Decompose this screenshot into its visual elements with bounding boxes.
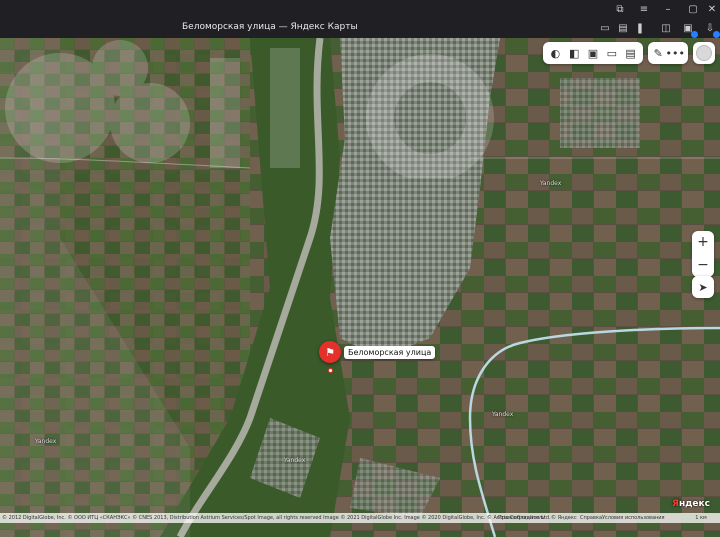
restore-icon[interactable]: ▢ <box>685 3 701 17</box>
extensions-icon[interactable]: ▣ <box>680 22 698 38</box>
satellite-map[interactable]: Yandex Yandex Yandex Yandex <box>0 38 720 537</box>
browser-titlebar: ⧉ ≡ – ▢ ✕ Беломорская улица — Яндекс Кар… <box>0 0 720 38</box>
ruler-icon[interactable]: ✎ <box>651 43 666 63</box>
page-title: Беломорская улица — Яндекс Карты <box>182 22 358 32</box>
help-link[interactable]: Справка <box>580 513 602 523</box>
tools-toolbar: ✎ ••• <box>648 42 688 64</box>
panorama-icon[interactable]: ◧ <box>565 43 584 63</box>
menu-icon[interactable]: ≡ <box>636 3 652 17</box>
avatar <box>696 45 712 61</box>
yandex-logo[interactable]: Яндекс <box>672 499 710 509</box>
download-icon[interactable]: ⇩ <box>702 22 720 38</box>
more-icon[interactable]: ••• <box>666 43 685 63</box>
marker-label[interactable]: Беломорская улица <box>344 346 436 359</box>
close-window-icon[interactable]: ✕ <box>704 3 720 17</box>
profile-button[interactable] <box>693 42 715 64</box>
terms-link[interactable]: Условия использования <box>602 513 665 523</box>
layers-icon[interactable]: ◐ <box>546 43 565 63</box>
yandex-copyright: © Яндекс <box>551 515 577 521</box>
town-label: Yandex <box>284 457 306 464</box>
navigation-arrow-icon: ➤ <box>698 280 708 294</box>
map-scale: 1 км <box>695 515 707 521</box>
town-label: Yandex <box>35 438 57 445</box>
collections-icon[interactable]: ⧉ <box>612 3 628 17</box>
marker-point <box>328 368 333 373</box>
zoom-out-button[interactable]: − <box>692 254 714 277</box>
location-marker[interactable]: ⚑ <box>319 341 341 363</box>
legal-link[interactable]: Правообладатели <box>498 513 545 523</box>
locate-me-button[interactable]: ➤ <box>692 276 714 298</box>
satellite-imagery <box>0 38 720 537</box>
town-label: Yandex <box>540 180 562 187</box>
copyright-text: © 2012 DigitalGlobe, Inc. © ООО ИТЦ «СКА… <box>2 515 551 521</box>
map-layers-toolbar: ◐ ◧ ▣ ▭ ▤ <box>543 42 643 64</box>
pin-icon: ⚑ <box>325 345 335 359</box>
parking-icon[interactable]: ▤ <box>621 43 640 63</box>
zoom-in-button[interactable]: + <box>692 231 714 254</box>
traffic-icon[interactable]: ▣ <box>584 43 603 63</box>
reader-icon[interactable]: ▤ <box>615 22 631 36</box>
minimize-icon[interactable]: – <box>660 3 676 17</box>
attribution-bar: © 2012 DigitalGlobe, Inc. © ООО ИТЦ «СКА… <box>0 513 720 523</box>
bookmark-icon[interactable]: ❚ <box>632 22 648 36</box>
sidebar-icon[interactable]: ◫ <box>658 22 674 36</box>
tabs-icon[interactable]: ▭ <box>597 22 613 36</box>
town-label: Yandex <box>492 411 514 418</box>
transit-icon[interactable]: ▭ <box>602 43 621 63</box>
zoom-control: + − <box>692 231 714 277</box>
